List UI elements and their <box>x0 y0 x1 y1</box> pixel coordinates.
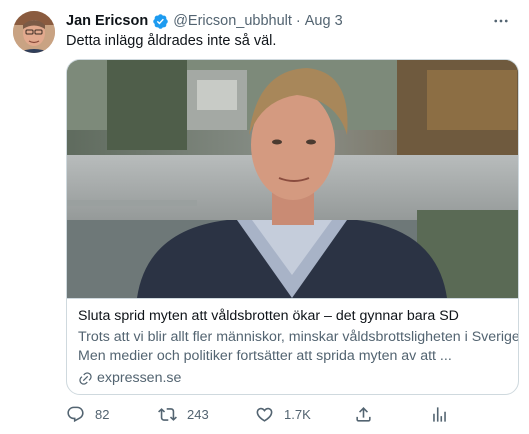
more-icon[interactable] <box>490 10 512 32</box>
reply-icon <box>67 406 84 423</box>
reply-button[interactable]: 82 <box>66 405 109 424</box>
retweet-button[interactable]: 243 <box>158 405 209 424</box>
reply-count: 82 <box>95 407 110 422</box>
tweet-text: Detta inlägg åldrades inte så väl. <box>66 33 277 49</box>
share-button[interactable] <box>354 405 373 424</box>
card-domain[interactable]: expressen.se <box>78 369 507 388</box>
retweet-icon <box>158 408 177 421</box>
separator-dot: · <box>295 13 301 29</box>
link-icon <box>79 372 92 385</box>
author-name[interactable]: Jan Ericson <box>66 13 148 29</box>
card-body[interactable]: Sluta sprid myten att våldsbrotten ökar … <box>67 298 519 394</box>
avatar[interactable] <box>13 11 55 53</box>
tweet-actions: 82 243 1.7K <box>66 405 466 427</box>
like-count: 1.7K <box>284 407 311 422</box>
card-description-line-2: Men medier och politiker fortsätter att … <box>78 348 452 364</box>
retweet-count: 243 <box>187 407 209 422</box>
analytics-icon <box>433 407 446 422</box>
card-description-line-1: Trots att vi blir allt fler människor, m… <box>78 329 519 345</box>
tweet-header: Jan Ericson @Ericson_ubbhult · Aug 3 <box>66 11 343 31</box>
analytics-button[interactable] <box>430 405 449 424</box>
tweet[interactable]: Jan Ericson @Ericson_ubbhult · Aug 3 Det… <box>0 0 529 434</box>
share-icon <box>356 407 371 422</box>
author-handle[interactable]: @Ericson_ubbhult <box>173 13 292 29</box>
link-card[interactable]: Sluta sprid myten att våldsbrotten ökar … <box>66 59 519 395</box>
card-image[interactable] <box>67 60 518 298</box>
tweet-date[interactable]: Aug 3 <box>305 13 343 29</box>
card-title[interactable]: Sluta sprid myten att våldsbrotten ökar … <box>78 307 507 326</box>
like-button[interactable]: 1.7K <box>255 405 311 424</box>
like-icon <box>256 407 273 422</box>
verified-badge-icon <box>152 13 169 30</box>
card-domain-text[interactable]: expressen.se <box>97 369 181 388</box>
